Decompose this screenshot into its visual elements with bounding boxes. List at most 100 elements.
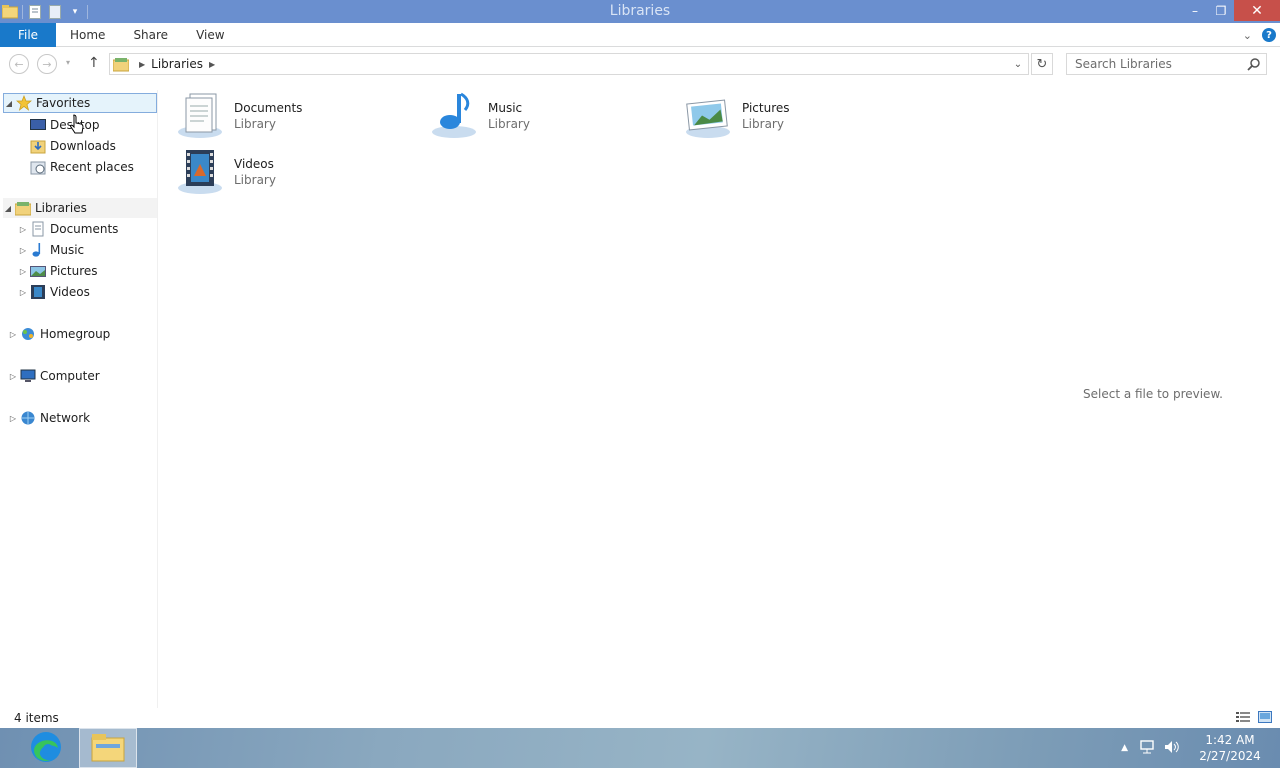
recent-places-icon — [30, 159, 46, 175]
library-tile-documents[interactable]: Documents Library — [176, 90, 416, 142]
nav-network[interactable]: ▷ Network — [8, 408, 90, 428]
nav-videos[interactable]: ▷ Videos — [18, 282, 90, 302]
music-note-icon — [30, 242, 46, 258]
music-library-icon — [430, 90, 482, 142]
film-strip-icon — [30, 284, 46, 300]
nav-downloads-label: Downloads — [50, 139, 116, 153]
search-input[interactable] — [1067, 57, 1237, 71]
arrow-right-icon: → — [42, 57, 52, 71]
nav-computer[interactable]: ▷ Computer — [8, 366, 100, 386]
libraries-folder-icon — [112, 56, 130, 72]
toolbar-separator — [22, 4, 23, 19]
downloads-folder-icon — [30, 138, 46, 154]
search-icon[interactable] — [1247, 58, 1260, 74]
expand-arrow-icon[interactable]: ▷ — [18, 225, 28, 234]
address-bar[interactable]: ▶ Libraries ▶ ⌄ — [109, 53, 1029, 75]
breadcrumb-separator-icon[interactable]: ▶ — [139, 60, 145, 69]
network-icon — [20, 410, 36, 426]
tab-home[interactable]: Home — [56, 23, 119, 47]
search-box[interactable] — [1066, 53, 1267, 75]
pictures-library-icon — [684, 90, 736, 142]
taskbar-file-explorer-button[interactable] — [79, 728, 137, 768]
computer-icon — [20, 368, 36, 384]
tab-share[interactable]: Share — [119, 23, 182, 47]
refresh-button[interactable]: ↻ — [1031, 53, 1053, 75]
nav-computer-label: Computer — [40, 369, 100, 383]
expand-ribbon-chevron-icon[interactable]: ⌄ — [1243, 29, 1252, 42]
nav-downloads[interactable]: Downloads — [28, 136, 116, 156]
address-history-chevron-icon[interactable]: ⌄ — [1008, 54, 1028, 74]
breadcrumb-libraries[interactable]: Libraries — [151, 57, 203, 71]
nav-network-label: Network — [40, 411, 91, 425]
large-icons-view-icon[interactable] — [1258, 711, 1272, 726]
nav-pictures[interactable]: ▷ Pictures — [18, 261, 98, 281]
tab-file[interactable]: File — [0, 22, 56, 47]
up-button[interactable]: ↑ — [88, 55, 100, 71]
back-button[interactable]: ← — [9, 54, 29, 74]
expand-arrow-icon[interactable]: ▷ — [18, 267, 28, 276]
expand-arrow-icon[interactable]: ▷ — [18, 288, 28, 297]
library-tile-videos[interactable]: Videos Library — [176, 146, 416, 198]
library-name: Pictures — [742, 101, 790, 115]
library-tile-pictures[interactable]: Pictures Library — [684, 90, 924, 142]
nav-libraries[interactable]: ◢ Libraries — [3, 198, 157, 218]
arrow-left-icon: ← — [14, 57, 24, 71]
clock-time: 1:42 AM — [1205, 733, 1255, 747]
nav-favorites[interactable]: ◢ Favorites — [3, 93, 157, 113]
ribbon-tabs: File Home Share View ⌄ ? — [0, 22, 1280, 47]
library-name: Videos — [234, 157, 274, 171]
window-controls: – ❐ ✕ — [1182, 0, 1280, 21]
nav-documents[interactable]: ▷ Documents — [18, 219, 118, 239]
nav-homegroup[interactable]: ▷ Homegroup — [8, 324, 110, 344]
close-button[interactable]: ✕ — [1234, 0, 1280, 21]
star-icon — [16, 95, 32, 111]
show-hidden-icons-chevron-icon[interactable]: ▲ — [1121, 743, 1128, 753]
new-folder-icon[interactable] — [47, 4, 63, 20]
collapse-arrow-icon[interactable]: ◢ — [3, 204, 13, 213]
help-button[interactable]: ? — [1262, 28, 1276, 42]
libraries-folder-icon — [14, 200, 32, 216]
nav-music[interactable]: ▷ Music — [18, 240, 84, 260]
explorer-folder-icon[interactable] — [2, 4, 18, 20]
taskbar: ▲ 1:42 AM 2/27/2024 — [0, 728, 1280, 768]
expand-arrow-icon[interactable]: ▷ — [18, 246, 28, 255]
details-view-icon[interactable] — [1236, 711, 1250, 726]
restore-button[interactable]: ❐ — [1208, 0, 1234, 21]
tab-view[interactable]: View — [182, 23, 238, 47]
expand-arrow-icon[interactable]: ▷ — [8, 414, 18, 423]
expand-arrow-icon[interactable]: ▷ — [8, 372, 18, 381]
homegroup-icon — [20, 326, 36, 342]
library-text: Pictures Library — [742, 101, 790, 131]
library-name: Documents — [234, 101, 303, 115]
nav-pictures-label: Pictures — [50, 264, 98, 278]
edge-browser-icon — [29, 730, 63, 767]
properties-icon[interactable] — [27, 4, 43, 20]
refresh-icon: ↻ — [1036, 56, 1048, 72]
taskbar-clock[interactable]: 1:42 AM 2/27/2024 — [1190, 732, 1270, 764]
system-tray: ▲ 1:42 AM 2/27/2024 — [1121, 728, 1280, 768]
customize-toolbar-chevron-icon[interactable]: ▾ — [67, 4, 83, 20]
documents-icon — [30, 221, 46, 237]
nav-videos-label: Videos — [50, 285, 90, 299]
taskbar-edge-button[interactable] — [17, 728, 75, 768]
nav-documents-label: Documents — [50, 222, 119, 236]
preview-pane-message: Select a file to preview. — [1083, 387, 1223, 401]
recent-locations-chevron-icon[interactable]: ▾ — [66, 58, 70, 67]
expand-arrow-icon[interactable]: ▷ — [8, 330, 18, 339]
videos-library-icon — [176, 146, 228, 198]
minimize-button[interactable]: – — [1182, 0, 1208, 21]
collapse-arrow-icon[interactable]: ◢ — [4, 99, 14, 108]
nav-libraries-label: Libraries — [35, 201, 87, 215]
documents-library-icon — [176, 90, 228, 142]
breadcrumb-separator-icon[interactable]: ▶ — [209, 60, 215, 69]
network-status-icon[interactable] — [1140, 739, 1156, 758]
library-type: Library — [234, 173, 276, 187]
ribbon-right-controls: ⌄ ? — [1243, 23, 1276, 47]
pictures-icon — [30, 263, 46, 279]
library-tile-music[interactable]: Music Library — [430, 90, 670, 142]
nav-recent-places[interactable]: Recent places — [28, 157, 134, 177]
nav-desktop[interactable]: Desktop — [28, 115, 100, 135]
volume-icon[interactable] — [1164, 739, 1180, 758]
forward-button[interactable]: → — [37, 54, 57, 74]
library-type: Library — [488, 117, 530, 131]
